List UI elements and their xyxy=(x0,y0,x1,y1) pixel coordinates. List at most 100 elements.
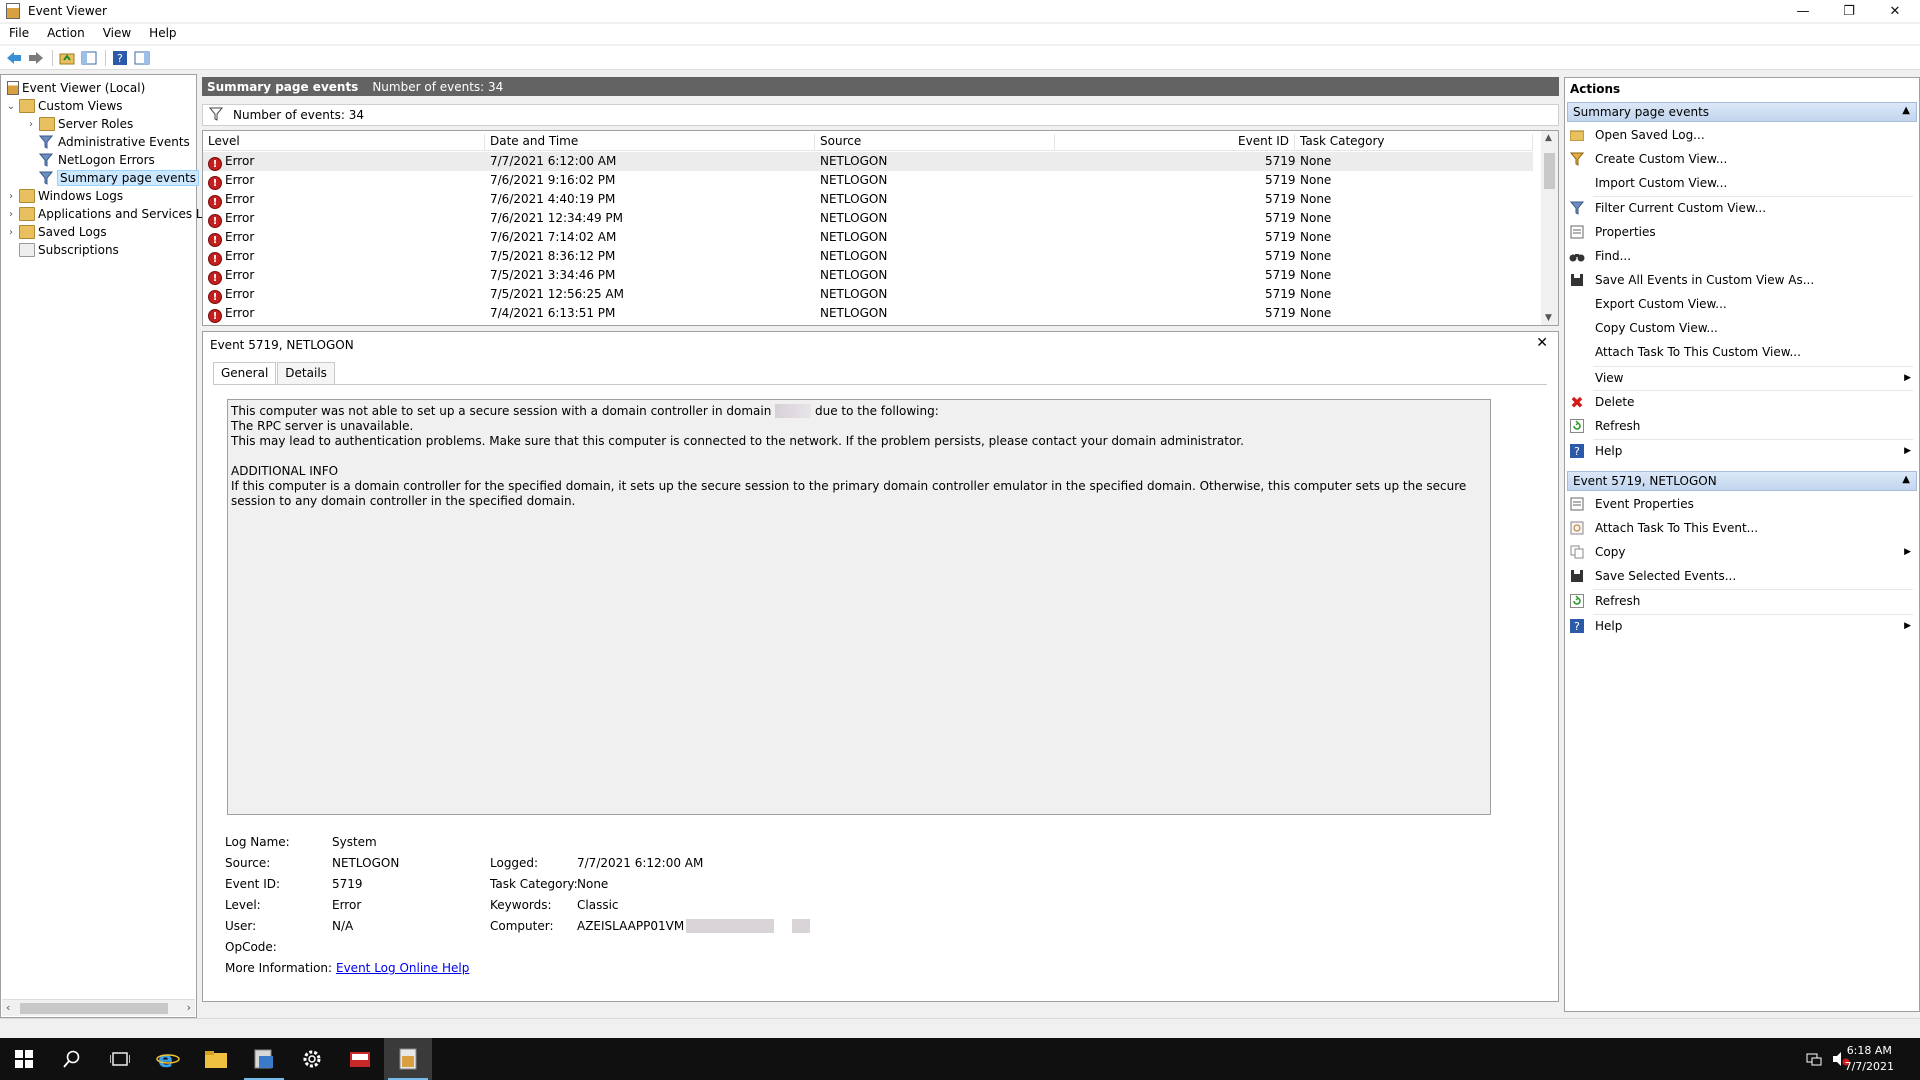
table-row[interactable]: ! Error 7/6/2021 4:40:19 PM NETLOGON 5719… xyxy=(203,190,1533,209)
action-delete[interactable]: ✖ Delete xyxy=(1569,391,1915,413)
network-icon[interactable] xyxy=(1806,1051,1822,1070)
menu-view[interactable]: View xyxy=(94,24,140,44)
tree-item-custom-views[interactable]: ⌄ Custom Views xyxy=(5,97,123,115)
collapse-icon[interactable]: ▲ xyxy=(1902,105,1910,116)
scrollbar-thumb[interactable] xyxy=(1544,153,1555,189)
folder-icon xyxy=(205,1051,227,1068)
taskbar-settings[interactable] xyxy=(288,1038,336,1080)
column-source[interactable]: Source xyxy=(815,134,1055,150)
taskbar-file-explorer[interactable] xyxy=(192,1038,240,1080)
event-message[interactable]: This computer was not able to set up a s… xyxy=(227,399,1491,815)
events-vertical-scrollbar[interactable]: ▲ ▼ xyxy=(1541,131,1558,325)
tree-item-subscriptions[interactable]: Subscriptions xyxy=(17,241,119,259)
menu-file[interactable]: File xyxy=(0,24,38,44)
table-row[interactable]: ! Error 7/5/2021 12:56:25 AM NETLOGON 571… xyxy=(203,285,1533,304)
column-level[interactable]: Level xyxy=(203,134,485,150)
show-action-pane-icon[interactable] xyxy=(132,48,152,68)
actions-section-event[interactable]: Event 5719, NETLOGON ▲ xyxy=(1567,471,1917,491)
back-arrow-icon[interactable] xyxy=(4,48,24,68)
action-properties[interactable]: Properties xyxy=(1569,221,1915,243)
close-button[interactable]: ✕ xyxy=(1872,0,1918,22)
show-hide-console-icon[interactable] xyxy=(79,48,99,68)
up-folder-icon[interactable] xyxy=(57,48,77,68)
cell-event-id: 5719 xyxy=(1265,211,1296,225)
action-save-all-events[interactable]: Save All Events in Custom View As... xyxy=(1569,269,1915,291)
scrollbar-thumb[interactable] xyxy=(20,1003,168,1014)
tree-item-saved-logs[interactable]: › Saved Logs xyxy=(5,223,107,241)
taskbar-internet-explorer[interactable]: e xyxy=(144,1038,192,1080)
close-icon[interactable]: ✕ xyxy=(1536,335,1548,351)
restore-button[interactable]: ❐ xyxy=(1826,0,1872,22)
actions-section-summary[interactable]: Summary page events ▲ xyxy=(1567,102,1917,122)
minimize-button[interactable]: — xyxy=(1780,0,1826,22)
action-event-properties[interactable]: Event Properties xyxy=(1569,493,1915,515)
column-date-time[interactable]: Date and Time xyxy=(485,134,815,150)
action-import-custom-view[interactable]: Import Custom View... xyxy=(1569,172,1915,194)
action-attach-task-custom-view[interactable]: Attach Task To This Custom View... xyxy=(1569,341,1915,363)
chevron-down-icon[interactable]: ⌄ xyxy=(5,101,17,112)
cell-category: None xyxy=(1300,154,1332,168)
menu-action[interactable]: Action xyxy=(38,24,94,44)
scroll-right-icon[interactable]: › xyxy=(187,1001,191,1014)
chevron-right-icon[interactable]: › xyxy=(5,191,17,202)
tab-details[interactable]: Details xyxy=(277,362,335,384)
scroll-left-icon[interactable]: ‹ xyxy=(6,1001,10,1014)
table-row[interactable]: ! Error 7/6/2021 9:16:02 PM NETLOGON 5719… xyxy=(203,171,1533,190)
tree-item-summary-page-events[interactable]: Summary page events xyxy=(37,169,200,187)
taskbar-event-viewer[interactable] xyxy=(384,1038,432,1080)
action-view[interactable]: View ▶ xyxy=(1569,367,1915,389)
table-row[interactable]: ! Error 7/7/2021 6:12:00 AM NETLOGON 5719… xyxy=(203,152,1533,171)
table-row[interactable]: ! Error 7/5/2021 8:36:12 PM NETLOGON 5719… xyxy=(203,247,1533,266)
event-log-online-help-link[interactable]: Event Log Online Help xyxy=(336,961,469,975)
chevron-right-icon[interactable]: › xyxy=(5,227,17,238)
action-help[interactable]: ? Help ▶ xyxy=(1569,440,1915,462)
tree-item-root[interactable]: Event Viewer (Local) xyxy=(5,79,145,97)
action-find[interactable]: Find... xyxy=(1569,245,1915,267)
action-open-saved-log[interactable]: Open Saved Log... xyxy=(1569,124,1915,146)
system-clock[interactable]: 6:18 AM 7/7/2021 xyxy=(1845,1043,1894,1075)
collapse-icon[interactable]: ▲ xyxy=(1902,474,1910,485)
tree-item-applications-and-services[interactable]: › Applications and Services Lo xyxy=(5,205,210,223)
action-filter-current-custom-view[interactable]: Filter Current Custom View... xyxy=(1569,197,1915,219)
error-icon: ! xyxy=(208,309,222,323)
action-save-selected-events[interactable]: Save Selected Events... xyxy=(1569,565,1915,587)
message-text: The RPC server is unavailable. xyxy=(231,419,414,433)
action-refresh[interactable]: Refresh xyxy=(1569,415,1915,437)
action-help-event[interactable]: ? Help ▶ xyxy=(1569,615,1915,637)
tree-item-server-roles[interactable]: › Server Roles xyxy=(25,115,133,133)
action-copy[interactable]: Copy ▶ xyxy=(1569,541,1915,563)
action-copy-custom-view[interactable]: Copy Custom View... xyxy=(1569,317,1915,339)
blank-icon xyxy=(1569,320,1585,336)
scroll-down-icon[interactable]: ▼ xyxy=(1545,313,1552,323)
action-attach-task-event[interactable]: Attach Task To This Event... xyxy=(1569,517,1915,539)
search-button[interactable] xyxy=(48,1038,96,1080)
tab-general[interactable]: General xyxy=(213,362,277,384)
prop-label: Logged: xyxy=(490,856,539,870)
scroll-up-icon[interactable]: ▲ xyxy=(1545,133,1552,143)
action-export-custom-view[interactable]: Export Custom View... xyxy=(1569,293,1915,315)
taskbar-server-manager[interactable] xyxy=(240,1038,288,1080)
table-row[interactable]: ! Error 7/6/2021 12:34:49 PM NETLOGON 571… xyxy=(203,209,1533,228)
tree-item-windows-logs[interactable]: › Windows Logs xyxy=(5,187,123,205)
tree-horizontal-scrollbar[interactable]: ‹ › xyxy=(2,999,195,1016)
chevron-right-icon[interactable]: › xyxy=(5,209,17,220)
column-event-id[interactable]: Event ID xyxy=(1055,134,1295,150)
chevron-right-icon[interactable]: › xyxy=(25,119,37,130)
menu-help[interactable]: Help xyxy=(140,24,185,44)
event-viewer-icon xyxy=(7,81,19,95)
table-row[interactable]: ! Error 7/6/2021 7:14:02 AM NETLOGON 5719… xyxy=(203,228,1533,247)
action-create-custom-view[interactable]: Create Custom View... xyxy=(1569,148,1915,170)
tree-item-administrative-events[interactable]: Administrative Events xyxy=(37,133,190,151)
action-refresh-event[interactable]: Refresh xyxy=(1569,590,1915,612)
tree-item-netlogon-errors[interactable]: NetLogon Errors xyxy=(37,151,155,169)
actions-pane: Actions Summary page events ▲ Open Saved… xyxy=(1564,77,1920,1012)
column-task-category[interactable]: Task Category xyxy=(1295,134,1533,150)
help-icon[interactable]: ? xyxy=(110,48,130,68)
forward-arrow-icon[interactable] xyxy=(26,48,46,68)
task-view-button[interactable] xyxy=(96,1038,144,1080)
clock-date: 7/7/2021 xyxy=(1844,1060,1894,1073)
taskbar-app-red[interactable] xyxy=(336,1038,384,1080)
start-button[interactable] xyxy=(0,1038,48,1080)
table-row[interactable]: ! Error 7/4/2021 6:13:51 PM NETLOGON 5719… xyxy=(203,304,1533,323)
table-row[interactable]: ! Error 7/5/2021 3:34:46 PM NETLOGON 5719… xyxy=(203,266,1533,285)
